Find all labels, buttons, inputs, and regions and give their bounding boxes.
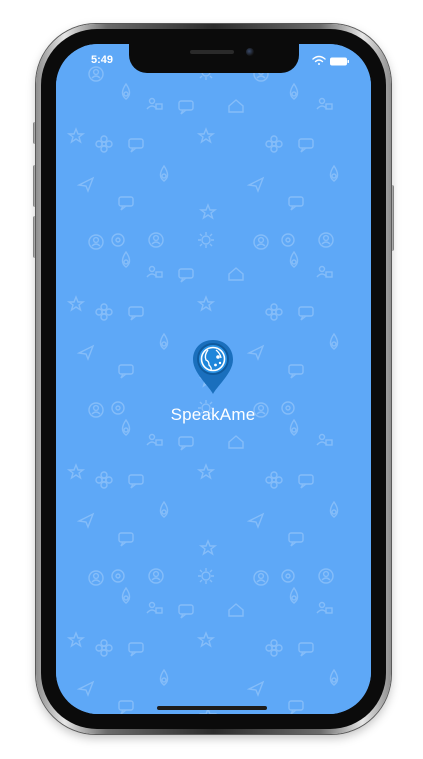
earpiece-speaker (190, 50, 234, 54)
battery-icon (330, 57, 349, 66)
app-name: SpeakAme (170, 405, 256, 424)
screen-notch (129, 44, 299, 73)
home-indicator[interactable] (157, 706, 267, 710)
status-icons (312, 55, 349, 66)
device-stage: 5:49 SpeakAme (0, 0, 423, 759)
status-time: 5:49 (90, 54, 114, 66)
wifi-icon (312, 55, 326, 65)
location-pin-globe-icon (193, 340, 233, 394)
front-camera (246, 48, 254, 56)
